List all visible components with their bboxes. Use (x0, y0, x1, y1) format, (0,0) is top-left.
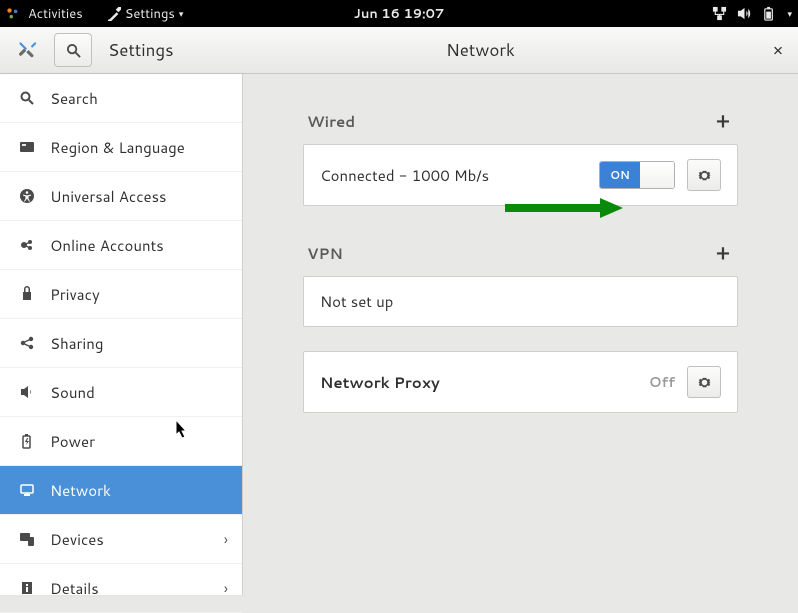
wired-heading: Wired (307, 111, 355, 132)
settings-sidebar: Search Region & Language Universal Acces… (0, 74, 243, 595)
vpn-status: Not set up (320, 291, 393, 312)
sidebar-item-label: Region & Language (50, 137, 185, 158)
network-panel: Wired + Connected - 1000 Mb/s ON VPN (243, 74, 798, 595)
sound-icon (18, 383, 36, 401)
vpn-status-row: Not set up (303, 276, 738, 327)
chevron-right-icon: › (224, 578, 228, 599)
toggle-knob (640, 162, 674, 188)
details-icon (18, 579, 36, 597)
chevron-down-icon: ▾ (787, 7, 792, 20)
battery-icon[interactable] (762, 6, 777, 21)
chevron-right-icon: › (224, 529, 228, 550)
search-icon (18, 89, 36, 107)
sidebar-item-label: Details (50, 578, 99, 599)
panel-title: Network (243, 38, 758, 62)
sidebar-item-privacy[interactable]: Privacy (0, 270, 242, 319)
add-vpn-button[interactable]: + (712, 242, 734, 264)
region-icon (18, 138, 36, 156)
network-icon (18, 481, 36, 499)
sidebar-item-network[interactable]: Network (0, 466, 242, 515)
chevron-down-icon: ▾ (179, 7, 184, 20)
wired-status: Connected - 1000 Mb/s (320, 165, 489, 186)
search-button[interactable] (54, 33, 92, 67)
sidebar-item-sharing[interactable]: Sharing (0, 319, 242, 368)
vpn-heading: VPN (307, 243, 343, 264)
activities-logo-icon (6, 7, 20, 21)
proxy-state: Off (649, 372, 675, 392)
sidebar-item-universal-access[interactable]: Universal Access (0, 172, 242, 221)
sidebar-item-devices[interactable]: Devices › (0, 515, 242, 564)
gear-icon (697, 375, 712, 390)
gear-icon (697, 168, 712, 183)
power-icon (18, 432, 36, 450)
network-status-icon[interactable] (712, 6, 727, 21)
volume-icon[interactable] (737, 6, 752, 21)
app-menu[interactable]: Settings ▾ (107, 5, 184, 23)
tools-icon (18, 41, 36, 59)
close-button[interactable]: × (758, 27, 798, 74)
devices-icon (18, 530, 36, 548)
sidebar-item-label: Power (50, 431, 95, 452)
window-header: Settings Network × (0, 27, 798, 74)
gnome-top-bar: Activities Settings ▾ Jun 16 19:07 ▾ (0, 0, 798, 27)
wrench-icon (107, 7, 121, 21)
online-accounts-icon (18, 236, 36, 254)
plus-icon: + (716, 239, 730, 267)
sidebar-item-label: Devices (50, 529, 104, 550)
sidebar-item-label: Sound (50, 382, 95, 403)
wired-connection-row: Connected - 1000 Mb/s ON (303, 144, 738, 206)
settings-title: Settings (100, 38, 174, 62)
privacy-icon (18, 285, 36, 303)
network-proxy-row[interactable]: Network Proxy Off (303, 351, 738, 413)
sidebar-item-details[interactable]: Details › (0, 564, 242, 613)
wired-settings-button[interactable] (687, 159, 721, 191)
sidebar-item-sound[interactable]: Sound (0, 368, 242, 417)
wired-section-header: Wired + (303, 110, 738, 144)
sidebar-item-search[interactable]: Search (0, 74, 242, 123)
sidebar-item-label: Network (50, 480, 111, 501)
search-icon (66, 43, 81, 58)
plus-icon: + (716, 107, 730, 135)
sidebar-item-label: Universal Access (50, 186, 167, 207)
proxy-heading: Network Proxy (320, 372, 440, 393)
vpn-section-header: VPN + (303, 242, 738, 276)
close-icon: × (773, 38, 784, 62)
sidebar-item-online-accounts[interactable]: Online Accounts (0, 221, 242, 270)
toggle-on-label: ON (600, 162, 640, 188)
settings-tools-button[interactable] (8, 33, 46, 67)
proxy-settings-button[interactable] (687, 366, 721, 398)
sidebar-item-label: Search (50, 88, 98, 109)
sidebar-item-label: Sharing (50, 333, 103, 354)
accessibility-icon (18, 187, 36, 205)
activities-button[interactable]: Activities (28, 5, 83, 23)
sidebar-item-region[interactable]: Region & Language (0, 123, 242, 172)
sidebar-item-label: Online Accounts (50, 235, 164, 256)
sharing-icon (18, 334, 36, 352)
sidebar-item-power[interactable]: Power (0, 417, 242, 466)
add-wired-button[interactable]: + (712, 110, 734, 132)
sidebar-item-label: Privacy (50, 284, 100, 305)
wired-toggle[interactable]: ON (599, 161, 675, 189)
